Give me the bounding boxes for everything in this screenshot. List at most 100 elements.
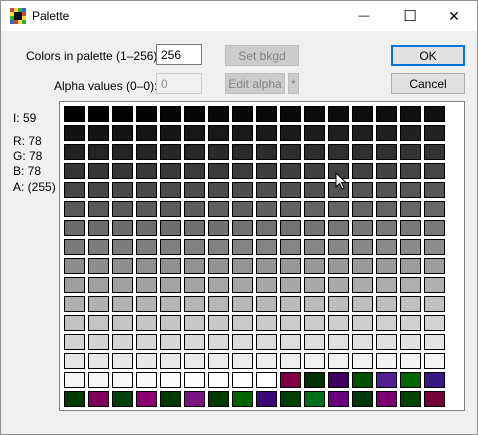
palette-swatch[interactable] xyxy=(376,296,397,312)
palette-swatch[interactable] xyxy=(280,163,301,179)
palette-swatch[interactable] xyxy=(232,334,253,350)
palette-swatch[interactable] xyxy=(280,315,301,331)
palette-swatch[interactable] xyxy=(304,296,325,312)
palette-swatch[interactable] xyxy=(136,163,157,179)
palette-swatch[interactable] xyxy=(208,296,229,312)
ok-button[interactable]: OK xyxy=(391,45,465,66)
palette-swatch[interactable] xyxy=(256,372,277,388)
palette-swatch[interactable] xyxy=(112,315,133,331)
palette-swatch[interactable] xyxy=(208,239,229,255)
palette-swatch[interactable] xyxy=(352,277,373,293)
palette-swatch[interactable] xyxy=(256,163,277,179)
palette-swatch[interactable] xyxy=(280,239,301,255)
palette-swatch[interactable] xyxy=(112,372,133,388)
palette-swatch[interactable] xyxy=(232,144,253,160)
palette-swatch[interactable] xyxy=(304,277,325,293)
palette-swatch[interactable] xyxy=(64,315,85,331)
palette-swatch[interactable] xyxy=(256,353,277,369)
palette-swatch[interactable] xyxy=(376,163,397,179)
palette-swatch[interactable] xyxy=(280,125,301,141)
palette-swatch[interactable] xyxy=(136,315,157,331)
palette-swatch[interactable] xyxy=(424,144,445,160)
palette-swatch[interactable] xyxy=(136,372,157,388)
palette-swatch[interactable] xyxy=(376,315,397,331)
palette-swatch[interactable] xyxy=(304,315,325,331)
palette-swatch[interactable] xyxy=(184,239,205,255)
palette-swatch[interactable] xyxy=(208,144,229,160)
palette-swatch[interactable] xyxy=(256,296,277,312)
palette-swatch[interactable] xyxy=(112,239,133,255)
palette-swatch[interactable] xyxy=(328,125,349,141)
palette-swatch[interactable] xyxy=(376,106,397,122)
palette-swatch[interactable] xyxy=(352,239,373,255)
palette-swatch[interactable] xyxy=(136,144,157,160)
palette-swatch[interactable] xyxy=(136,239,157,255)
palette-swatch[interactable] xyxy=(400,220,421,236)
palette-swatch[interactable] xyxy=(256,315,277,331)
palette-swatch[interactable] xyxy=(424,353,445,369)
palette-swatch[interactable] xyxy=(352,258,373,274)
close-button[interactable]: ✕ xyxy=(431,1,477,31)
palette-swatch[interactable] xyxy=(208,372,229,388)
palette-swatch[interactable] xyxy=(256,258,277,274)
palette-swatch[interactable] xyxy=(232,353,253,369)
palette-swatch[interactable] xyxy=(376,334,397,350)
cancel-button[interactable]: Cancel xyxy=(391,73,465,94)
palette-swatch[interactable] xyxy=(208,258,229,274)
palette-swatch[interactable] xyxy=(328,106,349,122)
palette-swatch[interactable] xyxy=(112,201,133,217)
palette-swatch[interactable] xyxy=(208,315,229,331)
palette-swatch[interactable] xyxy=(328,334,349,350)
palette-swatch[interactable] xyxy=(88,372,109,388)
palette-swatch[interactable] xyxy=(136,296,157,312)
palette-swatch[interactable] xyxy=(208,106,229,122)
palette-swatch[interactable] xyxy=(424,220,445,236)
palette-swatch[interactable] xyxy=(208,391,229,407)
minimize-button[interactable]: — xyxy=(341,1,387,31)
palette-swatch[interactable] xyxy=(400,315,421,331)
palette-swatch[interactable] xyxy=(208,277,229,293)
palette-swatch[interactable] xyxy=(184,106,205,122)
palette-swatch[interactable] xyxy=(328,201,349,217)
palette-swatch[interactable] xyxy=(376,353,397,369)
palette-swatch[interactable] xyxy=(304,372,325,388)
palette-swatch[interactable] xyxy=(304,163,325,179)
palette-swatch[interactable] xyxy=(376,125,397,141)
palette-swatch[interactable] xyxy=(232,296,253,312)
palette-swatch[interactable] xyxy=(112,334,133,350)
palette-swatch[interactable] xyxy=(424,106,445,122)
palette-swatch[interactable] xyxy=(232,220,253,236)
palette-swatch[interactable] xyxy=(256,277,277,293)
palette-swatch[interactable] xyxy=(184,182,205,198)
palette-swatch[interactable] xyxy=(232,372,253,388)
palette-swatch[interactable] xyxy=(184,201,205,217)
palette-swatch[interactable] xyxy=(328,220,349,236)
palette-swatch[interactable] xyxy=(88,144,109,160)
palette-swatch[interactable] xyxy=(88,182,109,198)
palette-swatch[interactable] xyxy=(64,391,85,407)
palette-swatch[interactable] xyxy=(400,391,421,407)
palette-swatch[interactable] xyxy=(352,201,373,217)
palette-swatch[interactable] xyxy=(88,277,109,293)
palette-swatch[interactable] xyxy=(328,315,349,331)
palette-swatch[interactable] xyxy=(64,372,85,388)
palette-swatch[interactable] xyxy=(400,144,421,160)
palette-swatch[interactable] xyxy=(352,125,373,141)
palette-swatch[interactable] xyxy=(424,372,445,388)
palette-swatch[interactable] xyxy=(232,315,253,331)
palette-swatch[interactable] xyxy=(88,296,109,312)
palette-swatch[interactable] xyxy=(232,163,253,179)
palette-swatch[interactable] xyxy=(376,372,397,388)
palette-swatch[interactable] xyxy=(400,201,421,217)
palette-swatch[interactable] xyxy=(64,296,85,312)
palette-swatch[interactable] xyxy=(256,239,277,255)
palette-swatch[interactable] xyxy=(184,220,205,236)
palette-swatch[interactable] xyxy=(160,353,181,369)
palette-swatch[interactable] xyxy=(400,182,421,198)
palette-swatch[interactable] xyxy=(64,182,85,198)
palette-swatch[interactable] xyxy=(64,106,85,122)
palette-swatch[interactable] xyxy=(256,106,277,122)
palette-swatch[interactable] xyxy=(184,372,205,388)
palette-swatch[interactable] xyxy=(136,182,157,198)
palette-swatch[interactable] xyxy=(280,372,301,388)
